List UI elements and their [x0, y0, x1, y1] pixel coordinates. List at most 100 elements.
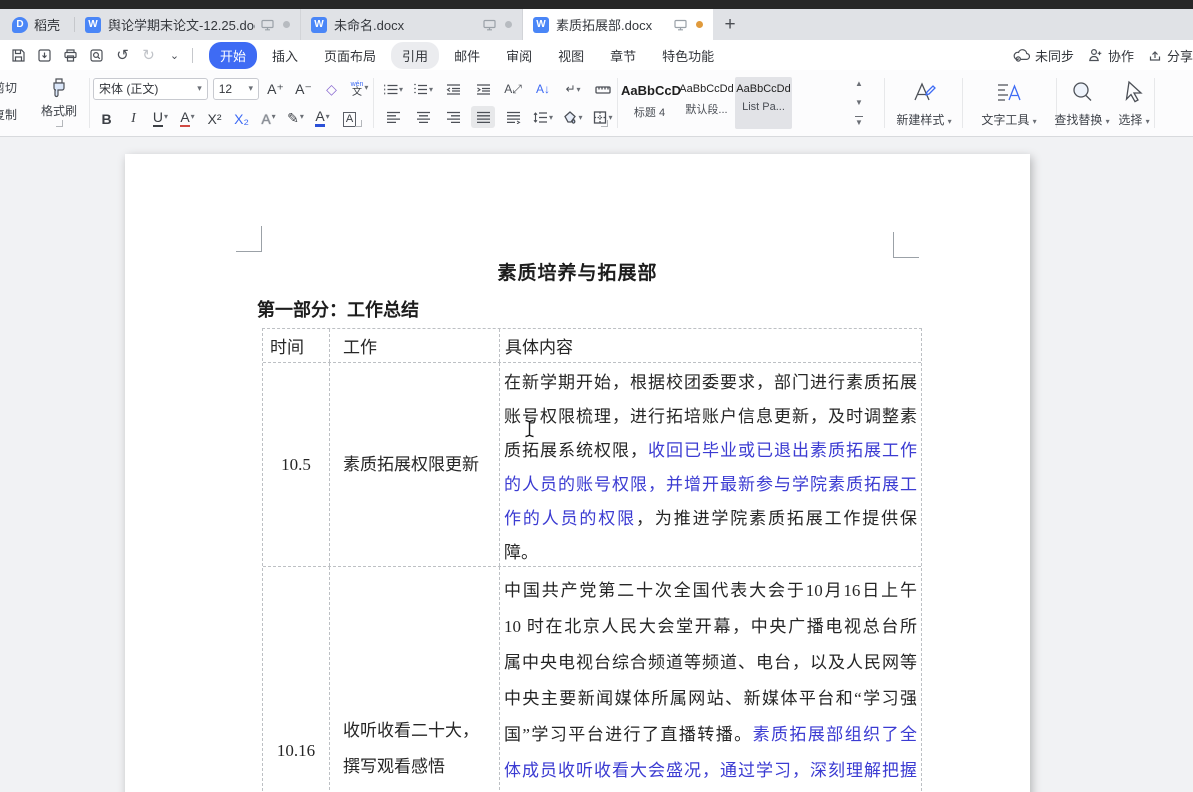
cut-button[interactable]: 剪切 — [0, 79, 27, 96]
cloud-sync-icon — [1013, 48, 1030, 62]
font-family-select[interactable]: 宋体 (正文) ▾ — [93, 78, 208, 100]
presentation-monitor-icon[interactable] — [483, 19, 496, 31]
clipboard-dialog-launcher[interactable] — [56, 120, 63, 127]
header-cell-work[interactable]: 工作 — [329, 329, 499, 362]
menu-mailings[interactable]: 邮件 — [443, 42, 491, 69]
cell-time[interactable]: 10.5 — [263, 363, 329, 566]
copy-button[interactable]: 复制 — [0, 106, 27, 123]
chevron-down-icon: ▾ — [429, 85, 433, 94]
gallery-scroll-up-icon[interactable]: ▲ — [855, 79, 863, 88]
underline-button[interactable]: U ▾ — [149, 106, 172, 129]
print-icon[interactable] — [62, 45, 79, 65]
character-scale-icon[interactable]: A⤢ — [501, 78, 525, 100]
text-effects-button[interactable]: A ▾ — [257, 106, 280, 129]
document-tab-2[interactable]: W 未命名.docx — [301, 9, 523, 40]
cell-work[interactable]: 收听收看二十大，撰写观看感悟 — [329, 567, 499, 792]
font-size-select[interactable]: 12 ▾ — [213, 78, 259, 100]
menu-review[interactable]: 审阅 — [495, 42, 543, 69]
presentation-monitor-icon[interactable] — [674, 19, 687, 31]
undo-icon[interactable]: ↺ — [114, 45, 131, 65]
table-row: 10.16 收听收看二十大，撰写观看感悟 中国共产党第二十次全国代表大会于10月… — [263, 566, 921, 792]
cell-time[interactable]: 10.16 — [263, 567, 329, 792]
header-cell-detail[interactable]: 具体内容 — [499, 329, 921, 362]
highlight-button[interactable]: ✎ ▾ — [284, 106, 307, 129]
sync-status-label: 未同步 — [1035, 46, 1074, 65]
section-heading[interactable]: 第一部分：工作总结 — [257, 296, 419, 322]
table-row: 10.5 素质拓展权限更新 在新学期开始，根据校团委要求，部门进行素质拓展账号权… — [263, 362, 921, 566]
style-item-heading4[interactable]: AaBbCcD 标题 4 — [621, 77, 678, 129]
decrease-indent-icon[interactable] — [441, 78, 465, 100]
tab-label: 素质拓展部.docx — [556, 15, 668, 34]
ruler-icon[interactable] — [591, 78, 615, 100]
styles-gallery: AaBbCcD 标题 4 AaBbCcDd 默认段... AaBbCcDd Li… — [621, 70, 883, 136]
menu-page-layout[interactable]: 页面布局 — [313, 42, 387, 69]
document-page[interactable]: 素质培养与拓展部 第一部分：工作总结 时间 工作 具体内容 10.5 素质拓展权… — [125, 154, 1030, 792]
align-left-icon[interactable] — [381, 106, 405, 128]
cell-detail[interactable]: 在新学期开始，根据校团委要求，部门进行素质拓展账号权限梳理，进行拓培账户信息更新… — [499, 363, 921, 566]
strikethrough-button[interactable]: A ▾ — [176, 106, 199, 129]
phonetic-guide-button[interactable]: wén 文 ▾ — [348, 77, 371, 100]
font-color-button[interactable]: A ▾ — [311, 106, 334, 129]
export-pdf-icon[interactable] — [36, 45, 53, 65]
gallery-scroll-down-icon[interactable]: ▼ — [855, 98, 863, 107]
shrink-font-button[interactable]: A⁻ — [292, 77, 315, 100]
docer-button[interactable]: D 稻壳 — [0, 9, 74, 40]
menu-special-features[interactable]: 特色功能 — [651, 42, 725, 69]
gallery-expand-icon[interactable]: ▼ — [855, 116, 863, 127]
new-tab-button[interactable]: + — [713, 9, 747, 40]
align-right-icon[interactable] — [441, 106, 465, 128]
distribute-text-icon[interactable] — [501, 106, 525, 128]
text-direction-icon[interactable]: A↓ — [531, 78, 555, 100]
menu-section[interactable]: 章节 — [599, 42, 647, 69]
chevron-down-icon: ▾ — [164, 112, 168, 121]
menu-insert[interactable]: 插入 — [261, 42, 309, 69]
chevron-down-icon: ▾ — [577, 85, 581, 94]
print-preview-icon[interactable] — [88, 45, 105, 65]
chevron-down-icon: ▾ — [193, 83, 202, 94]
document-area: 素质培养与拓展部 第一部分：工作总结 时间 工作 具体内容 10.5 素质拓展权… — [0, 137, 1193, 792]
document-tab-1[interactable]: W 舆论学期末论文-12.25.docx — [75, 9, 301, 40]
collaborate-button[interactable]: 协作 — [1088, 46, 1134, 65]
customize-toolbar-icon[interactable]: ⌄ — [166, 45, 183, 65]
menu-home[interactable]: 开始 — [209, 42, 257, 69]
sync-status-button[interactable]: 未同步 — [1013, 46, 1074, 65]
document-tab-active[interactable]: W 素质拓展部.docx — [523, 9, 713, 40]
header-cell-time[interactable]: 时间 — [263, 329, 329, 362]
share-button[interactable]: 分享 — [1148, 46, 1193, 65]
numbered-list-icon[interactable]: ▾ — [411, 78, 435, 100]
line-spacing-icon[interactable]: ▾ — [531, 106, 555, 128]
italic-button[interactable]: I — [122, 106, 145, 129]
save-icon[interactable] — [10, 45, 27, 65]
align-center-icon[interactable] — [411, 106, 435, 128]
style-item-empty — [792, 77, 849, 129]
format-painter-button[interactable]: 格式刷 — [32, 77, 86, 119]
justify-icon[interactable] — [471, 106, 495, 128]
increase-indent-icon[interactable] — [471, 78, 495, 100]
presentation-monitor-icon[interactable] — [261, 19, 274, 31]
new-style-button[interactable]: 新建样式 ▾ — [888, 77, 960, 128]
shading-icon[interactable]: ▾ — [561, 106, 585, 128]
cell-work[interactable]: 素质拓展权限更新 — [329, 363, 499, 566]
font-dialog-launcher[interactable] — [355, 120, 362, 127]
document-tabbar: D 稻壳 W 舆论学期末论文-12.25.docx W 未命名.docx W 素… — [0, 9, 1193, 40]
bold-button[interactable]: B — [95, 106, 118, 129]
subscript-button[interactable]: X₂ — [230, 106, 253, 129]
cell-detail[interactable]: 中国共产党第二十次全国代表大会于10月16日上午10 时在北京人民大会堂开幕，中… — [499, 567, 921, 792]
menu-references[interactable]: 引用 — [391, 42, 439, 69]
ribbon-toolbar: 剪切 复制 格式刷 宋体 (正文) ▾ 12 ▾ A⁺ A⁻ ◇ — [0, 70, 1193, 137]
menu-view[interactable]: 视图 — [547, 42, 595, 69]
tab-label: 未命名.docx — [334, 15, 477, 34]
bullet-list-icon[interactable]: ▾ — [381, 78, 405, 100]
clear-format-icon[interactable]: ◇ — [320, 77, 343, 100]
menu-bar: ↺ ↻ ⌄ 开始 插入 页面布局 引用 邮件 审阅 视图 章节 特色功能 未同步… — [0, 40, 1193, 70]
style-item-default-paragraph[interactable]: AaBbCcDd 默认段... — [678, 77, 735, 129]
paragraph-dialog-launcher[interactable] — [601, 120, 608, 127]
chevron-down-icon: ▾ — [399, 85, 403, 94]
style-item-list-paragraph[interactable]: AaBbCcDd List Pa... — [735, 77, 792, 129]
document-title[interactable]: 素质培养与拓展部 — [125, 258, 1030, 285]
new-style-icon — [888, 77, 960, 107]
line-break-icon[interactable]: ↵ ▾ — [561, 78, 585, 100]
grow-font-button[interactable]: A⁺ — [264, 77, 287, 100]
redo-icon[interactable]: ↻ — [140, 45, 157, 65]
superscript-button[interactable]: X² — [203, 106, 226, 129]
